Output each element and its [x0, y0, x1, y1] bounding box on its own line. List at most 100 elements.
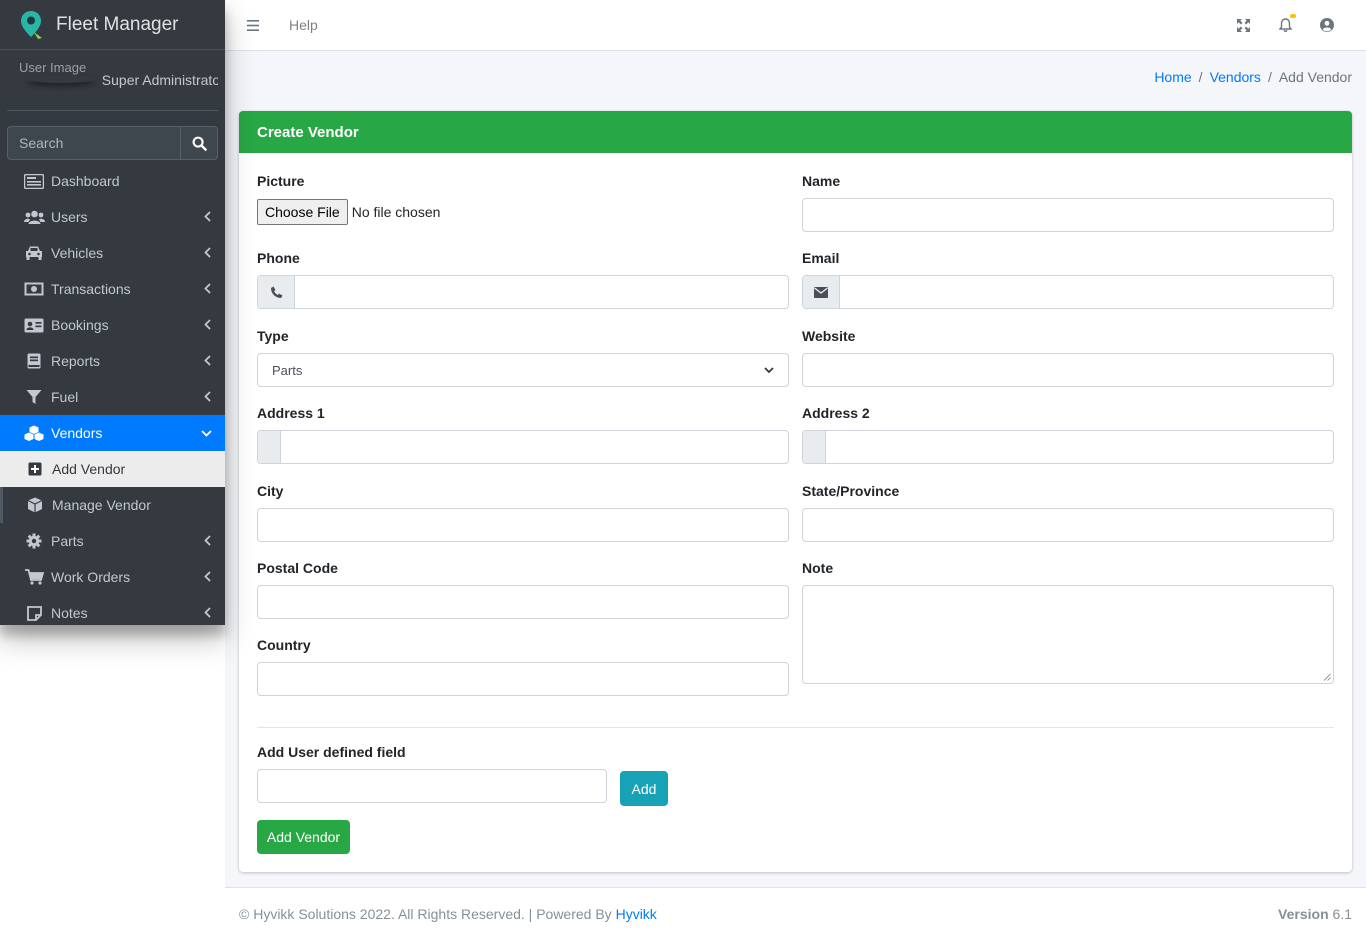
vendors-submenu: Add Vendor Manage Vendor [0, 451, 225, 523]
address2-addon [803, 431, 826, 463]
picture-group: Picture Choose File No file chosen [257, 173, 789, 225]
sidebar-item-notes[interactable]: Notes [0, 595, 225, 625]
address1-input[interactable] [257, 430, 789, 464]
sidebar-item-parts[interactable]: Parts [0, 523, 225, 559]
gear-icon [26, 533, 42, 549]
phone-group: Phone [257, 250, 789, 309]
address2-label: Address 2 [802, 405, 870, 421]
bell-icon [1278, 18, 1292, 32]
user-panel[interactable]: User Image Super Administrator [7, 50, 218, 111]
address2-group: Address 2 [802, 405, 1334, 464]
note-textarea[interactable] [802, 585, 1334, 684]
address1-label: Address 1 [257, 405, 325, 421]
address1-group: Address 1 [257, 405, 789, 464]
sidebar-item-label: Vendors [51, 425, 103, 441]
card-title: Create Vendor [239, 111, 1352, 153]
search-button[interactable] [180, 126, 218, 160]
sidebar-item-label: Transactions [51, 281, 131, 297]
sidebar-item-label: Users [51, 209, 88, 225]
content-wrapper: Home / Vendors / Add Vendor Create Vendo… [225, 51, 1366, 887]
resize-handle-icon[interactable] [1323, 673, 1331, 681]
chevron-left-icon [204, 319, 211, 330]
country-group: Country [257, 637, 789, 696]
sidebar-item-transactions[interactable]: Transactions [0, 271, 225, 307]
fullscreen-button[interactable] [1222, 0, 1264, 50]
avatar: User Image [19, 60, 98, 89]
version-value: 6.1 [1332, 906, 1352, 922]
top-navbar: Help [225, 0, 1366, 51]
cube-icon [27, 497, 43, 513]
help-link[interactable]: Help [289, 17, 318, 33]
hyvikk-link[interactable]: Hyvikk [616, 906, 657, 922]
version-label: Version [1278, 906, 1329, 922]
sidebar-item-vendors[interactable]: Vendors [0, 415, 225, 451]
sidebar-item-reports[interactable]: Reports [0, 343, 225, 379]
search-input[interactable]: Search [7, 126, 180, 160]
name-input[interactable] [802, 198, 1334, 232]
envelope-icon [814, 286, 828, 298]
chevron-left-icon [204, 211, 211, 222]
sidebar-item-label: Work Orders [51, 569, 131, 585]
type-group: Type Parts [257, 328, 789, 387]
filter-icon [26, 390, 42, 404]
add-vendor-button[interactable]: Add Vendor [257, 820, 350, 854]
sidebar-item-work-orders[interactable]: Work Orders [0, 559, 225, 595]
city-input[interactable] [257, 508, 789, 542]
user-menu-button[interactable] [1306, 0, 1348, 50]
chevron-left-icon [204, 283, 211, 294]
submenu-label: Add Vendor [52, 461, 126, 477]
sidebar-item-users[interactable]: Users [0, 199, 225, 235]
sidebar-item-vehicles[interactable]: Vehicles [0, 235, 225, 271]
notifications-button[interactable] [1264, 0, 1306, 50]
type-selected-value: Parts [272, 362, 303, 378]
notification-badge [1290, 14, 1296, 18]
name-label: Name [802, 173, 841, 189]
map-marker-logo-icon [21, 10, 42, 39]
state-input[interactable] [802, 508, 1334, 542]
name-group: Name [802, 173, 1334, 232]
submenu-manage-vendor[interactable]: Manage Vendor [0, 487, 225, 523]
sidebar-item-label: Reports [51, 353, 101, 369]
dashboard-icon [24, 173, 44, 189]
user-name[interactable]: Super Administrator [102, 72, 218, 88]
udf-input[interactable] [257, 769, 607, 803]
postal-group: Postal Code [257, 560, 789, 619]
hamburger-menu-icon[interactable] [247, 19, 259, 31]
breadcrumb-vendors[interactable]: Vendors [1210, 69, 1261, 85]
sidebar-item-dashboard[interactable]: Dashboard [0, 163, 225, 199]
type-select[interactable]: Parts [257, 353, 789, 387]
website-label: Website [802, 328, 856, 344]
sidebar-item-bookings[interactable]: Bookings [0, 307, 225, 343]
brand-name: Fleet Manager [56, 13, 179, 35]
email-label: Email [802, 250, 840, 266]
address2-input[interactable] [802, 430, 1334, 464]
postal-code-input[interactable] [257, 585, 789, 619]
breadcrumb-home[interactable]: Home [1154, 69, 1191, 85]
sidebar-item-label: Dashboard [51, 173, 120, 189]
brand-link[interactable]: Fleet Manager [0, 0, 225, 50]
phone-addon [258, 276, 295, 308]
sidebar-item-fuel[interactable]: Fuel [0, 379, 225, 415]
main-sidebar: Fleet Manager User Image Super Administr… [0, 0, 225, 625]
choose-file-button[interactable]: Choose File [257, 199, 348, 225]
sidebar-item-label: Bookings [51, 317, 109, 333]
sticky-note-icon [26, 605, 42, 621]
chevron-left-icon [204, 247, 211, 258]
udf-label: Add User defined field [257, 744, 406, 760]
sidebar-item-label: Fuel [51, 389, 79, 405]
footer-copyright: © Hyvikk Solutions 2022. All Rights Rese… [239, 906, 657, 922]
add-field-button[interactable]: Add [620, 771, 668, 806]
chevron-left-icon [204, 391, 211, 402]
phone-icon [270, 286, 282, 298]
country-input[interactable] [257, 662, 789, 696]
email-input[interactable] [802, 275, 1334, 309]
chevron-down-icon [201, 430, 212, 437]
breadcrumb-current: Add Vendor [1278, 69, 1352, 85]
submenu-add-vendor[interactable]: Add Vendor [0, 451, 225, 487]
note-group: Note [802, 560, 1334, 684]
cubes-icon [24, 425, 44, 441]
phone-input[interactable] [257, 275, 789, 309]
picture-label: Picture [257, 173, 305, 189]
website-input[interactable] [802, 353, 1334, 387]
udf-group: Add User defined field [257, 744, 607, 803]
